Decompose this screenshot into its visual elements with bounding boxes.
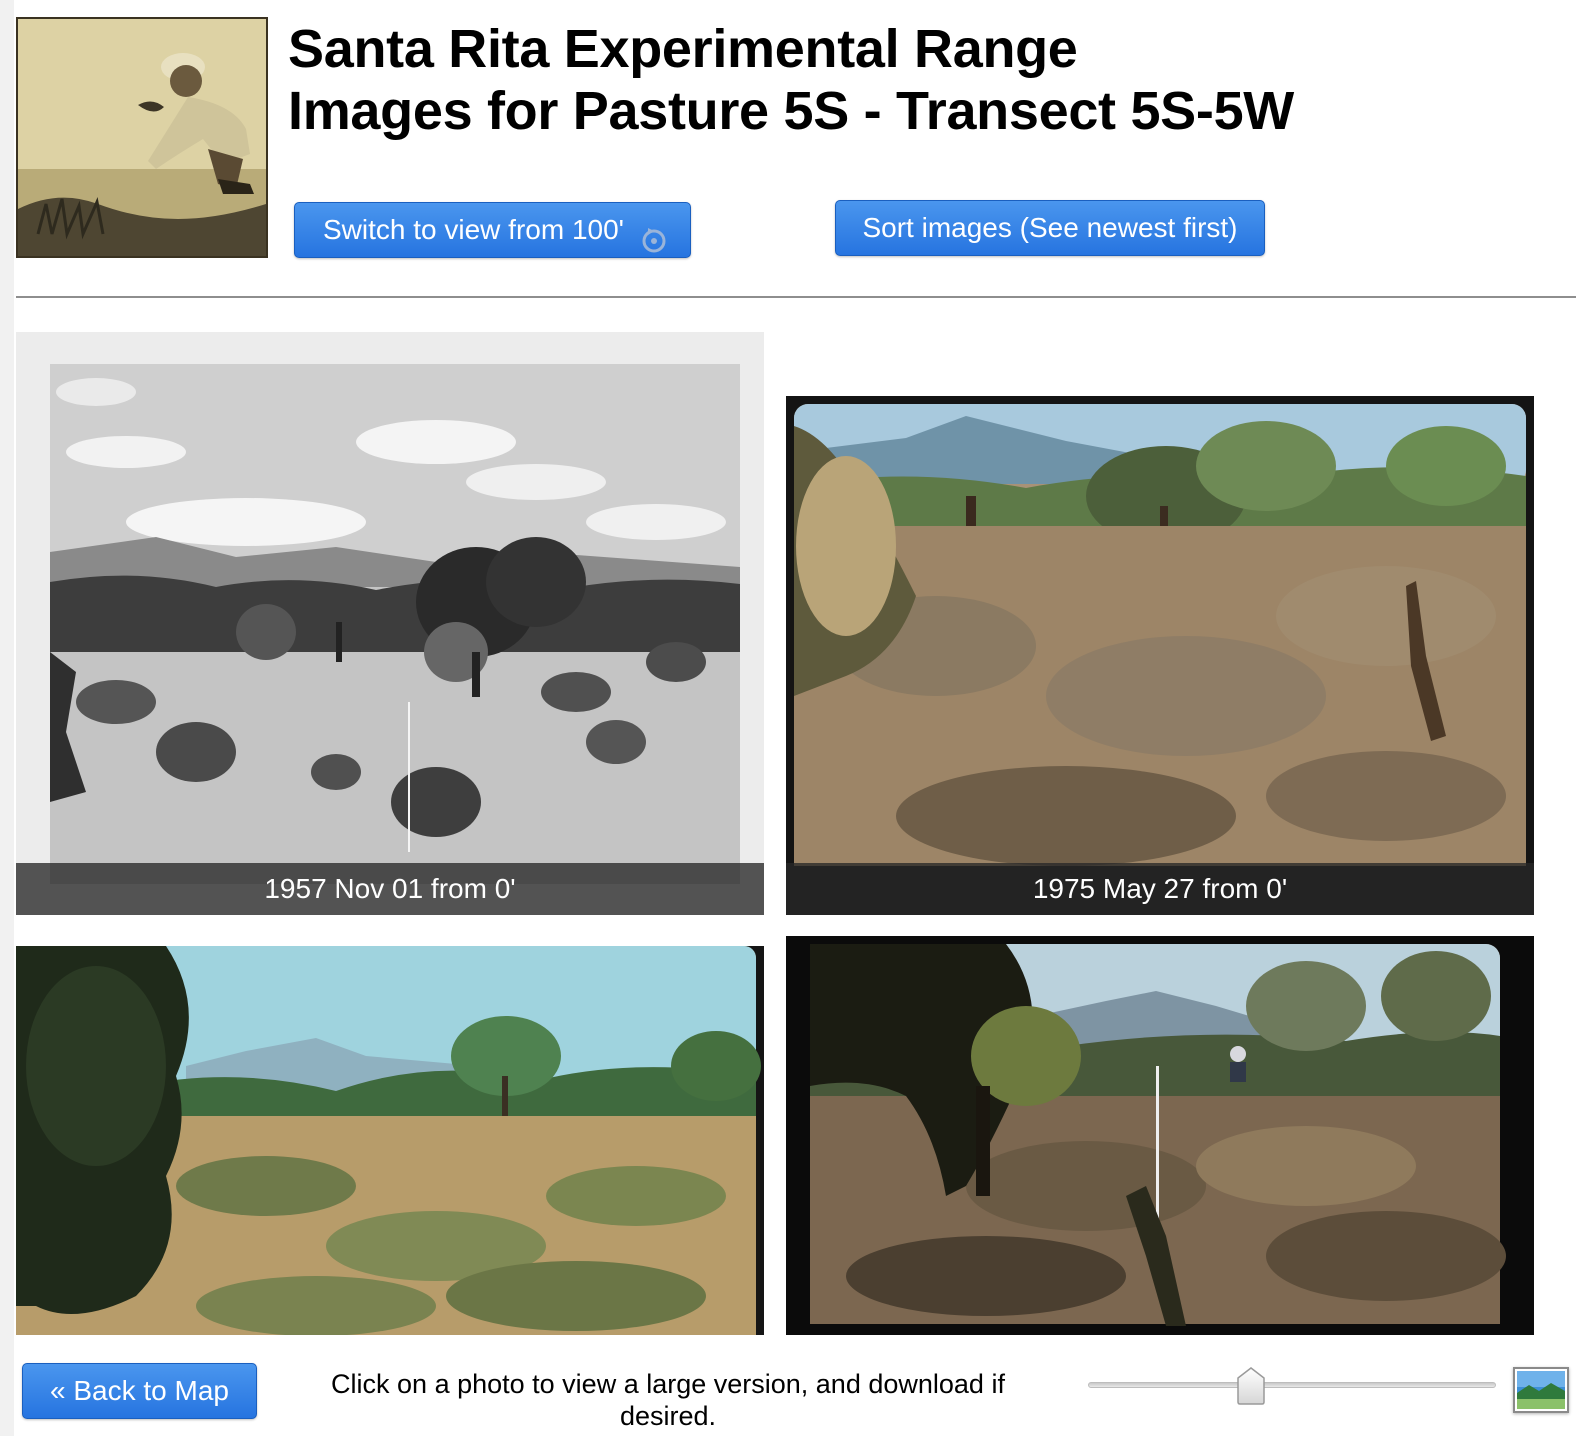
switch-view-button[interactable]: Switch to view from 100': [294, 202, 691, 258]
zoom-slider-track[interactable]: [1088, 1382, 1496, 1388]
title-line-2: Images for Pasture 5S - Transect 5S-5W: [288, 81, 1294, 141]
gallery-photo-1957[interactable]: 1957 Nov 01 from 0': [16, 332, 764, 915]
photo-caption: 1957 Nov 01 from 0': [16, 863, 764, 915]
photo-caption: 1975 May 27 from 0': [786, 863, 1534, 915]
title-line-1: Santa Rita Experimental Range: [288, 19, 1078, 79]
back-to-map-button[interactable]: « Back to Map: [22, 1363, 257, 1419]
sort-images-button[interactable]: Sort images (See newest first): [835, 200, 1265, 256]
gallery-photo-3[interactable]: [16, 946, 764, 1335]
header-photo: [16, 17, 268, 258]
page: Santa Rita Experimental Range Images for…: [0, 0, 1594, 1436]
refresh-icon: [641, 218, 667, 253]
window-edge: [0, 0, 14, 1436]
switch-view-label: Switch to view from 100': [323, 214, 625, 245]
gallery-photo-1975[interactable]: 1975 May 27 from 0': [786, 396, 1534, 915]
page-title: Santa Rita Experimental Range Images for…: [288, 18, 1294, 142]
instructions-text: Click on a photo to view a large version…: [331, 1369, 1005, 1431]
divider: [16, 296, 1576, 298]
gallery-photo-4[interactable]: [786, 936, 1534, 1335]
landscape-image-icon[interactable]: [1513, 1367, 1569, 1413]
zoom-slider-handle[interactable]: [1234, 1366, 1268, 1406]
